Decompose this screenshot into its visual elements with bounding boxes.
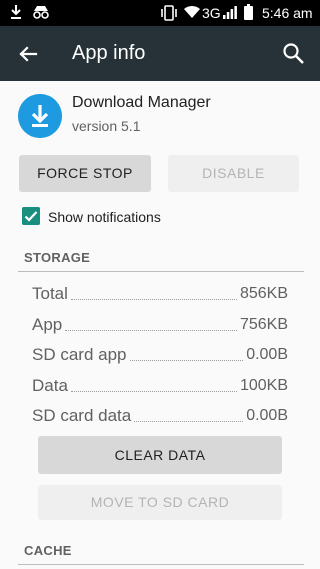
- app-name: Download Manager: [72, 94, 211, 111]
- status-bar: 3G 5:46 am: [0, 0, 320, 26]
- storage-row-label: Data: [32, 376, 68, 395]
- storage-row-sd-card-data: SD card data 0.00B: [32, 403, 288, 427]
- back-arrow-icon[interactable]: [14, 40, 42, 68]
- storage-row-value: 0.00B: [246, 407, 288, 424]
- show-notifications-checkbox[interactable]: [22, 207, 40, 225]
- cache-divider: [18, 564, 304, 565]
- storage-row-label: Total: [32, 284, 68, 303]
- storage-row-value: 756KB: [239, 316, 288, 333]
- storage-row-value: 100KB: [239, 377, 288, 394]
- incognito-icon: [33, 6, 49, 19]
- search-icon[interactable]: [280, 40, 308, 68]
- storage-section-title: STORAGE: [24, 250, 91, 265]
- move-to-sd-card-button[interactable]: MOVE TO SD CARD: [38, 485, 282, 520]
- battery-icon: [244, 4, 253, 20]
- download-app-icon: [18, 94, 62, 138]
- clear-data-button[interactable]: CLEAR DATA: [38, 436, 282, 474]
- download-notification-icon: [11, 5, 21, 19]
- clock: 5:46 am: [262, 5, 313, 21]
- storage-divider: [18, 271, 304, 272]
- storage-row-sd-card-app: SD card app 0.00B: [32, 342, 288, 366]
- disable-button[interactable]: DISABLE: [168, 155, 299, 192]
- wifi-icon: [184, 5, 200, 18]
- storage-row-label: SD card app: [32, 345, 127, 364]
- cache-section-title: CACHE: [24, 543, 72, 558]
- storage-row-value: 0.00B: [246, 346, 288, 363]
- storage-row-app: App 756KB: [32, 312, 288, 336]
- signal-icon: [223, 6, 237, 19]
- page-title: App info: [72, 42, 146, 64]
- force-stop-button[interactable]: FORCE STOP: [19, 155, 151, 192]
- app-bar: App info: [0, 26, 320, 81]
- storage-row-total: Total 856KB: [32, 281, 288, 305]
- vibrate-icon: [161, 5, 177, 21]
- storage-row-label: App: [32, 315, 63, 334]
- network-type: 3G: [202, 5, 221, 21]
- storage-row-value: 856KB: [239, 285, 288, 302]
- show-notifications-label[interactable]: Show notifications: [48, 208, 161, 226]
- app-version: version 5.1: [72, 118, 141, 134]
- storage-row-label: SD card data: [32, 406, 132, 425]
- storage-row-data: Data 100KB: [32, 373, 288, 397]
